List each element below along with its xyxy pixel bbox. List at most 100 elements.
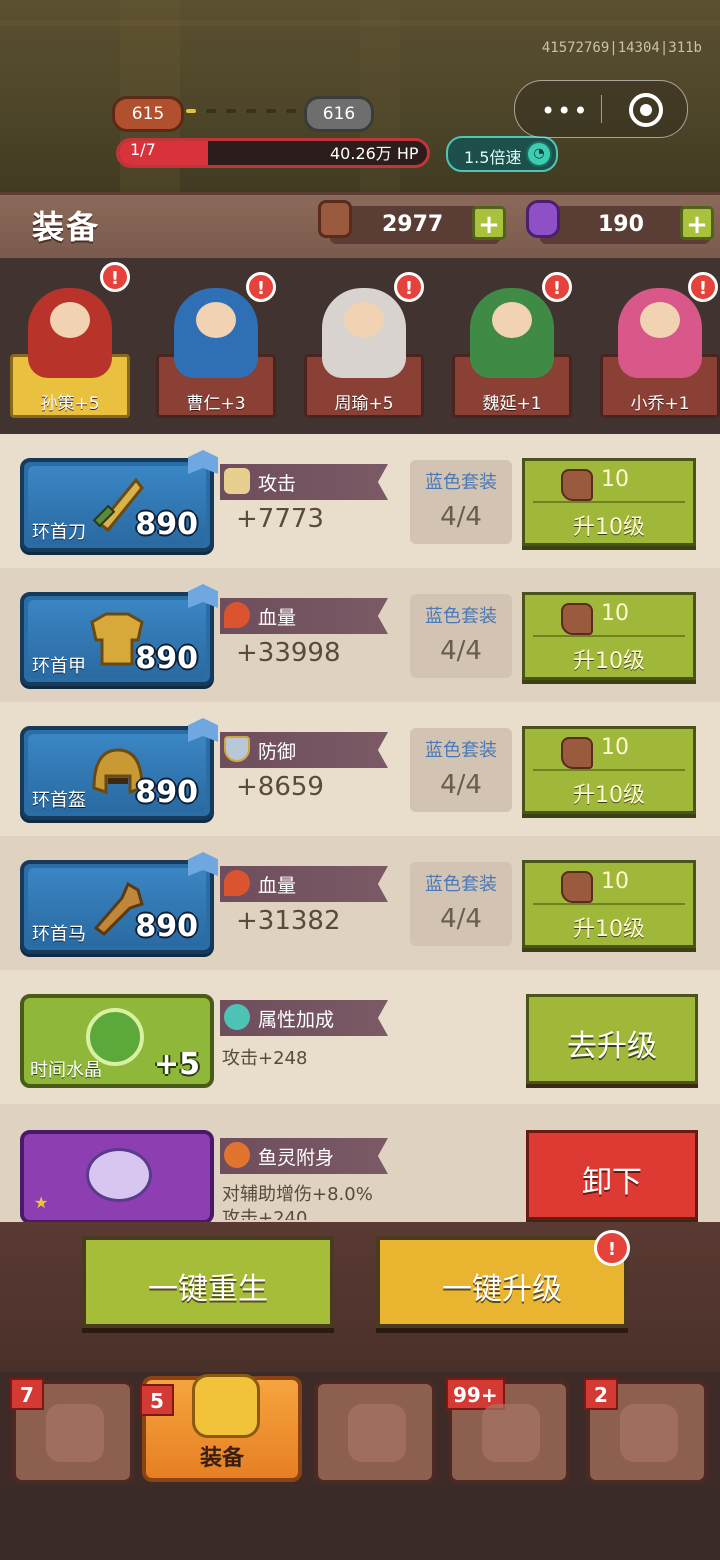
hero-card[interactable]: 孙策+5 ! — [10, 262, 130, 432]
upgrade-10-button[interactable]: 10 升10级 — [522, 726, 696, 814]
upgrade-cost: 10 — [601, 869, 629, 894]
alert-icon: ! — [246, 272, 276, 302]
bottom-floor — [0, 1486, 720, 1560]
ore-icon — [561, 469, 593, 501]
equipment-level: 890 — [135, 507, 198, 542]
button-divider — [533, 635, 685, 637]
hero-portrait — [618, 288, 702, 378]
alert-icon: ! — [594, 1230, 630, 1266]
hero-card[interactable]: 曹仁+3 ! — [156, 272, 276, 432]
sword-stat-icon — [224, 468, 250, 494]
go-upgrade-button[interactable]: 去升级 — [526, 994, 698, 1084]
shield-icon — [224, 736, 250, 762]
tab-chest[interactable]: 99+ — [446, 1378, 570, 1484]
stat-value: +33998 — [236, 638, 341, 668]
crystal-card[interactable]: 时间水晶 +5 — [20, 994, 214, 1088]
one-click-rebirth-button[interactable]: 一键重生 — [82, 1236, 334, 1328]
hero-tab-icon — [46, 1404, 104, 1462]
purple-gem-icon — [526, 200, 560, 238]
equipment-level: 890 — [135, 909, 198, 944]
hero-name: 魏延+1 — [482, 394, 542, 414]
pufferfish-icon — [86, 1148, 152, 1202]
scroll-tab-icon — [620, 1404, 678, 1462]
button-divider — [533, 903, 685, 905]
ore-icon — [561, 737, 593, 769]
set-bonus-box: 蓝色套装 4/4 — [410, 594, 512, 678]
progress-dot — [186, 109, 196, 113]
set-label: 蓝色套装 — [425, 874, 497, 895]
chest-tab-icon — [482, 1404, 540, 1462]
stat-label: 防御 — [258, 741, 297, 763]
gem-amount: 190 — [598, 212, 644, 237]
set-label: 蓝色套装 — [425, 740, 497, 761]
equipment-name: 环首甲 — [32, 656, 86, 677]
star-icon: ★ — [34, 1193, 49, 1212]
alert-icon: ! — [394, 272, 424, 302]
add-gem-button[interactable]: + — [680, 206, 714, 240]
go-upgrade-label: 去升级 — [567, 1029, 657, 1064]
set-count: 4/4 — [440, 502, 482, 532]
upgrade-label: 升10级 — [573, 783, 645, 808]
spirit-desc-2: 攻击+240 — [222, 1208, 308, 1220]
equipment-name: 环首刀 — [32, 522, 86, 543]
equipment-card[interactable]: 环首刀 890 — [20, 450, 218, 552]
set-label: 蓝色套装 — [425, 606, 497, 627]
equipment-level: 890 — [135, 775, 198, 810]
hero-name: 孙策+5 — [40, 394, 100, 414]
hero-portrait — [174, 288, 258, 378]
tab-skills[interactable] — [314, 1380, 436, 1484]
tab-heroes[interactable]: 7 — [10, 1378, 134, 1484]
equipment-card[interactable]: 环首甲 890 — [20, 584, 218, 686]
stat-value: +8659 — [236, 772, 324, 802]
set-bonus-box: 蓝色套装 4/4 — [410, 862, 512, 946]
set-label: 蓝色套装 — [425, 472, 497, 493]
speed-button[interactable]: 1.5倍速 ◔ — [446, 136, 558, 172]
upgrade-cost: 10 — [601, 467, 629, 492]
page-title: 装备 — [32, 208, 101, 246]
ore-icon — [561, 871, 593, 903]
upgrade-10-button[interactable]: 10 升10级 — [522, 592, 696, 680]
progress-dot — [286, 109, 296, 113]
alert-icon: ! — [688, 272, 718, 302]
add-ore-button[interactable]: + — [472, 206, 506, 240]
tab-badge: 5 — [140, 1384, 174, 1416]
more-dots-icon[interactable]: ••• — [541, 97, 589, 125]
set-count: 4/4 — [440, 770, 482, 800]
spirit-card[interactable]: ★ — [20, 1130, 214, 1224]
blood-drop-icon — [224, 870, 250, 896]
button-divider — [533, 501, 685, 503]
alert-icon: ! — [100, 262, 130, 292]
hero-face — [196, 302, 236, 338]
record-icon[interactable] — [629, 93, 663, 127]
equipment-card[interactable]: 环首盔 890 — [20, 718, 218, 820]
stat-tag: 攻击 — [220, 464, 388, 500]
stat-label: 鱼灵附身 — [258, 1147, 335, 1169]
skill-tab-icon — [348, 1404, 406, 1462]
hero-name: 周瑜+5 — [334, 394, 394, 414]
upgrade-10-button[interactable]: 10 升10级 — [522, 458, 696, 546]
upgrade-cost: 10 — [601, 601, 629, 626]
upgrade-10-button[interactable]: 10 升10级 — [522, 860, 696, 948]
hero-card[interactable]: 周瑜+5 ! — [304, 272, 424, 432]
stat-tag: 防御 — [220, 732, 388, 768]
hero-card[interactable]: 小乔+1 ! — [600, 272, 720, 432]
equipment-card[interactable]: 环首马 890 — [20, 852, 218, 954]
equipment-tab-icon — [192, 1374, 260, 1438]
stat-value: +31382 — [236, 906, 341, 936]
next-level-pill: 616 — [304, 96, 374, 132]
mini-program-capsule: ••• — [514, 80, 688, 138]
stat-label: 血量 — [258, 607, 297, 629]
tab-equipment[interactable]: 5 装备 — [140, 1374, 302, 1482]
blood-drop-icon — [224, 602, 250, 628]
rebirth-label: 一键重生 — [148, 1272, 268, 1307]
one-click-upgrade-button[interactable]: 一键升级 ! — [376, 1230, 630, 1328]
upgrade-label: 升10级 — [573, 515, 645, 540]
hero-portrait — [470, 288, 554, 378]
wave-counter: 1/7 — [130, 140, 156, 159]
unequip-button[interactable]: 卸下 — [526, 1130, 698, 1220]
stat-label: 属性加成 — [258, 1009, 335, 1031]
hero-name: 小乔+1 — [630, 394, 690, 414]
tab-scroll[interactable]: 2 — [584, 1378, 708, 1484]
stat-value: +7773 — [236, 504, 324, 534]
hero-card[interactable]: 魏延+1 ! — [452, 272, 572, 432]
